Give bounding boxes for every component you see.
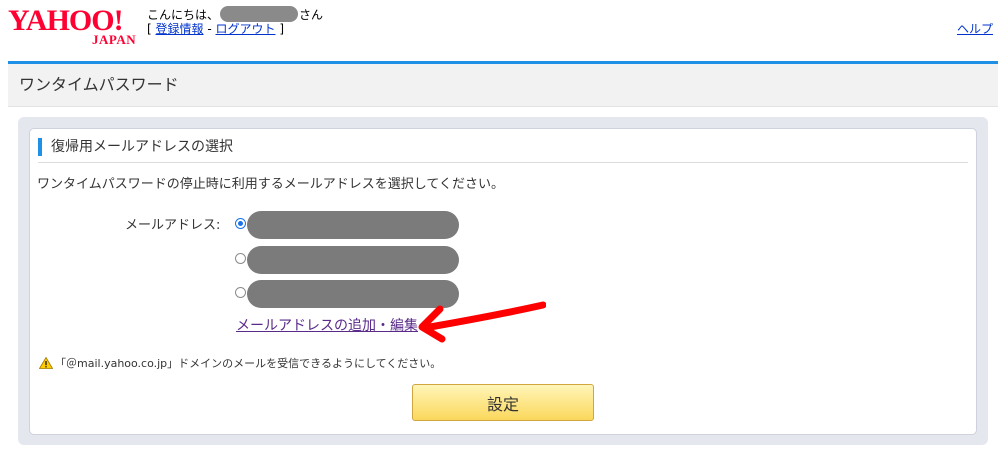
email-radio-2[interactable] bbox=[235, 253, 246, 264]
warning-icon bbox=[39, 357, 53, 369]
heading-accent-bar bbox=[38, 138, 42, 156]
email-radio-1[interactable] bbox=[235, 218, 246, 229]
greeting-prefix: こんにちは、 bbox=[147, 8, 220, 22]
section-heading: 復帰用メールアドレスの選択 bbox=[38, 137, 968, 163]
email-address-label: メールアドレス: bbox=[125, 218, 221, 233]
section-description: ワンタイムパスワードの停止時に利用するメールアドレスを選択してください。 bbox=[37, 177, 504, 192]
settings-panel: 復帰用メールアドレスの選択 ワンタイムパスワードの停止時に利用するメールアドレス… bbox=[29, 128, 977, 435]
add-edit-email-link[interactable]: メールアドレスの追加・編集 bbox=[236, 318, 418, 335]
redacted-email-2 bbox=[247, 246, 459, 274]
help-link[interactable]: ヘルプ bbox=[957, 20, 993, 37]
red-arrow-annotation bbox=[418, 301, 546, 343]
section-heading-text: 復帰用メールアドレスの選択 bbox=[51, 139, 233, 155]
bracket-close: ] bbox=[275, 22, 284, 36]
page-title-bar: ワンタイムパスワード bbox=[8, 64, 998, 107]
redacted-username bbox=[220, 6, 299, 22]
yahoo-japan-logo[interactable]: YAHOO! JAPAN bbox=[8, 4, 144, 48]
logo-subtitle: JAPAN bbox=[92, 32, 137, 47]
greeting-suffix: さん bbox=[299, 8, 324, 22]
content-container: 復帰用メールアドレスの選択 ワンタイムパスワードの停止時に利用するメールアドレス… bbox=[18, 117, 988, 445]
email-radio-3[interactable] bbox=[235, 287, 246, 298]
redacted-email-1 bbox=[247, 211, 459, 239]
submit-settings-button[interactable]: 設定 bbox=[412, 384, 594, 421]
domain-notice: 「＠mail.yahoo.co.jp」ドメインのメールを受信できるようにしてくだ… bbox=[39, 357, 441, 371]
greeting: こんにちは、 さん bbox=[147, 6, 323, 23]
account-links: [ 登録情報 - ログアウト ] bbox=[147, 22, 284, 37]
bracket-open: [ bbox=[147, 22, 156, 36]
registration-info-link[interactable]: 登録情報 bbox=[156, 22, 204, 36]
link-separator: - bbox=[203, 22, 216, 36]
domain-notice-text: 「＠mail.yahoo.co.jp」ドメインのメールを受信できるようにしてくだ… bbox=[55, 357, 442, 370]
logout-link[interactable]: ログアウト bbox=[215, 22, 275, 36]
page-title: ワンタイムパスワード bbox=[19, 75, 179, 94]
header: YAHOO! JAPAN こんにちは、 さん [ 登録情報 - ログアウト ] ヘ… bbox=[0, 0, 1006, 64]
